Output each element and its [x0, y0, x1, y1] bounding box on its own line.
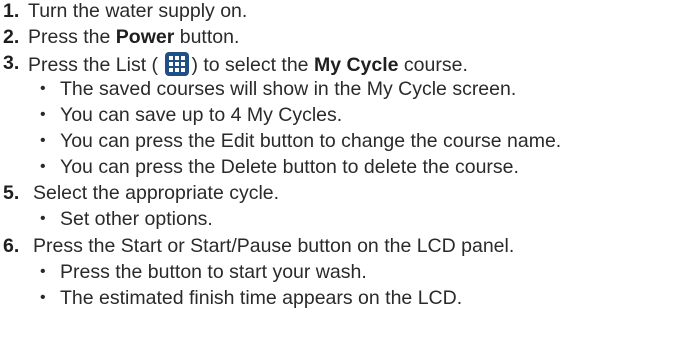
step-text: Press the Power button.	[28, 26, 240, 48]
bullet-icon: •	[40, 263, 46, 280]
list-grid-icon	[165, 52, 190, 76]
bullet-icon: •	[40, 106, 46, 123]
step-text: Press the List ( ) to select the My Cycl…	[28, 52, 468, 76]
step-text: Select the appropriate cycle.	[33, 182, 280, 204]
bullet-icon: •	[40, 210, 46, 227]
bullet-icon: •	[40, 158, 46, 175]
step-number: 6.	[3, 235, 20, 257]
step-number: 3.	[3, 52, 20, 74]
step-text: Press the Start or Start/Pause button on…	[33, 235, 515, 257]
bullet-icon: •	[40, 289, 46, 306]
step-number: 5.	[3, 182, 20, 204]
bullet-icon: •	[40, 80, 46, 97]
bullet-icon: •	[40, 132, 46, 149]
step-number: 1.	[3, 0, 20, 22]
step-number: 2.	[3, 26, 20, 48]
my-cycle-keyword: My Cycle	[313, 54, 399, 76]
power-keyword: Power	[115, 26, 175, 48]
instruction-list: 1. Turn the water supply on. 2. Press th…	[3, 0, 562, 309]
step-text: Turn the water supply on.	[28, 0, 248, 22]
